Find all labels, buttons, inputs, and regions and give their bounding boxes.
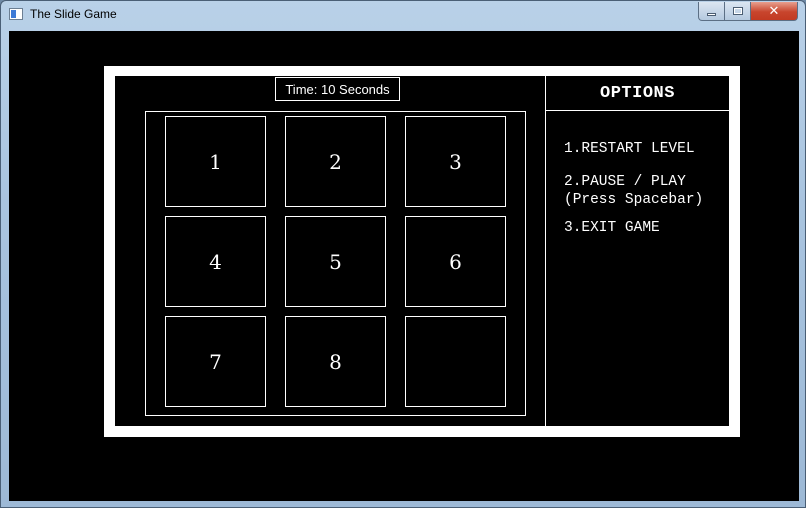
board-frame: Time: 10 Seconds 1 2 3 4 5 6 7 8 OPTIONS… (104, 66, 740, 437)
game-canvas[interactable]: Time: 10 Seconds 1 2 3 4 5 6 7 8 OPTIONS… (9, 31, 799, 501)
puzzle-tile[interactable]: 4 (165, 216, 266, 307)
puzzle-grid: 1 2 3 4 5 6 7 8 (145, 111, 526, 416)
puzzle-tile[interactable]: 1 (165, 116, 266, 207)
minimize-icon (707, 12, 716, 16)
puzzle-tile[interactable]: 5 (285, 216, 386, 307)
minimize-button[interactable] (698, 2, 725, 21)
close-icon: ✕ (768, 3, 780, 19)
restart-level-option[interactable]: 1.RESTART LEVEL (564, 140, 695, 158)
panel-divider (545, 76, 546, 426)
puzzle-tile[interactable]: 3 (405, 116, 506, 207)
app-icon (9, 8, 23, 20)
puzzle-tile[interactable]: 6 (405, 216, 506, 307)
maximize-button[interactable] (725, 2, 751, 21)
app-window: The Slide Game ✕ Time: 10 Seconds 1 2 3 … (0, 0, 806, 508)
options-title: OPTIONS (600, 83, 675, 103)
empty-tile-slot[interactable] (405, 316, 506, 407)
puzzle-tile[interactable]: 2 (285, 116, 386, 207)
options-header-divider (546, 110, 729, 111)
maximize-icon (732, 7, 743, 15)
title-bar[interactable]: The Slide Game ✕ (1, 1, 805, 29)
puzzle-tile[interactable]: 7 (165, 316, 266, 407)
exit-game-option[interactable]: 3.EXIT GAME (564, 219, 660, 237)
timer-display: Time: 10 Seconds (275, 77, 400, 101)
close-button[interactable]: ✕ (751, 2, 798, 21)
puzzle-tile[interactable]: 8 (285, 316, 386, 407)
board-panel: Time: 10 Seconds 1 2 3 4 5 6 7 8 OPTIONS… (115, 76, 729, 426)
pause-play-option[interactable]: 2.PAUSE / PLAY (Press Spacebar) (564, 173, 703, 209)
window-title: The Slide Game (30, 7, 117, 21)
